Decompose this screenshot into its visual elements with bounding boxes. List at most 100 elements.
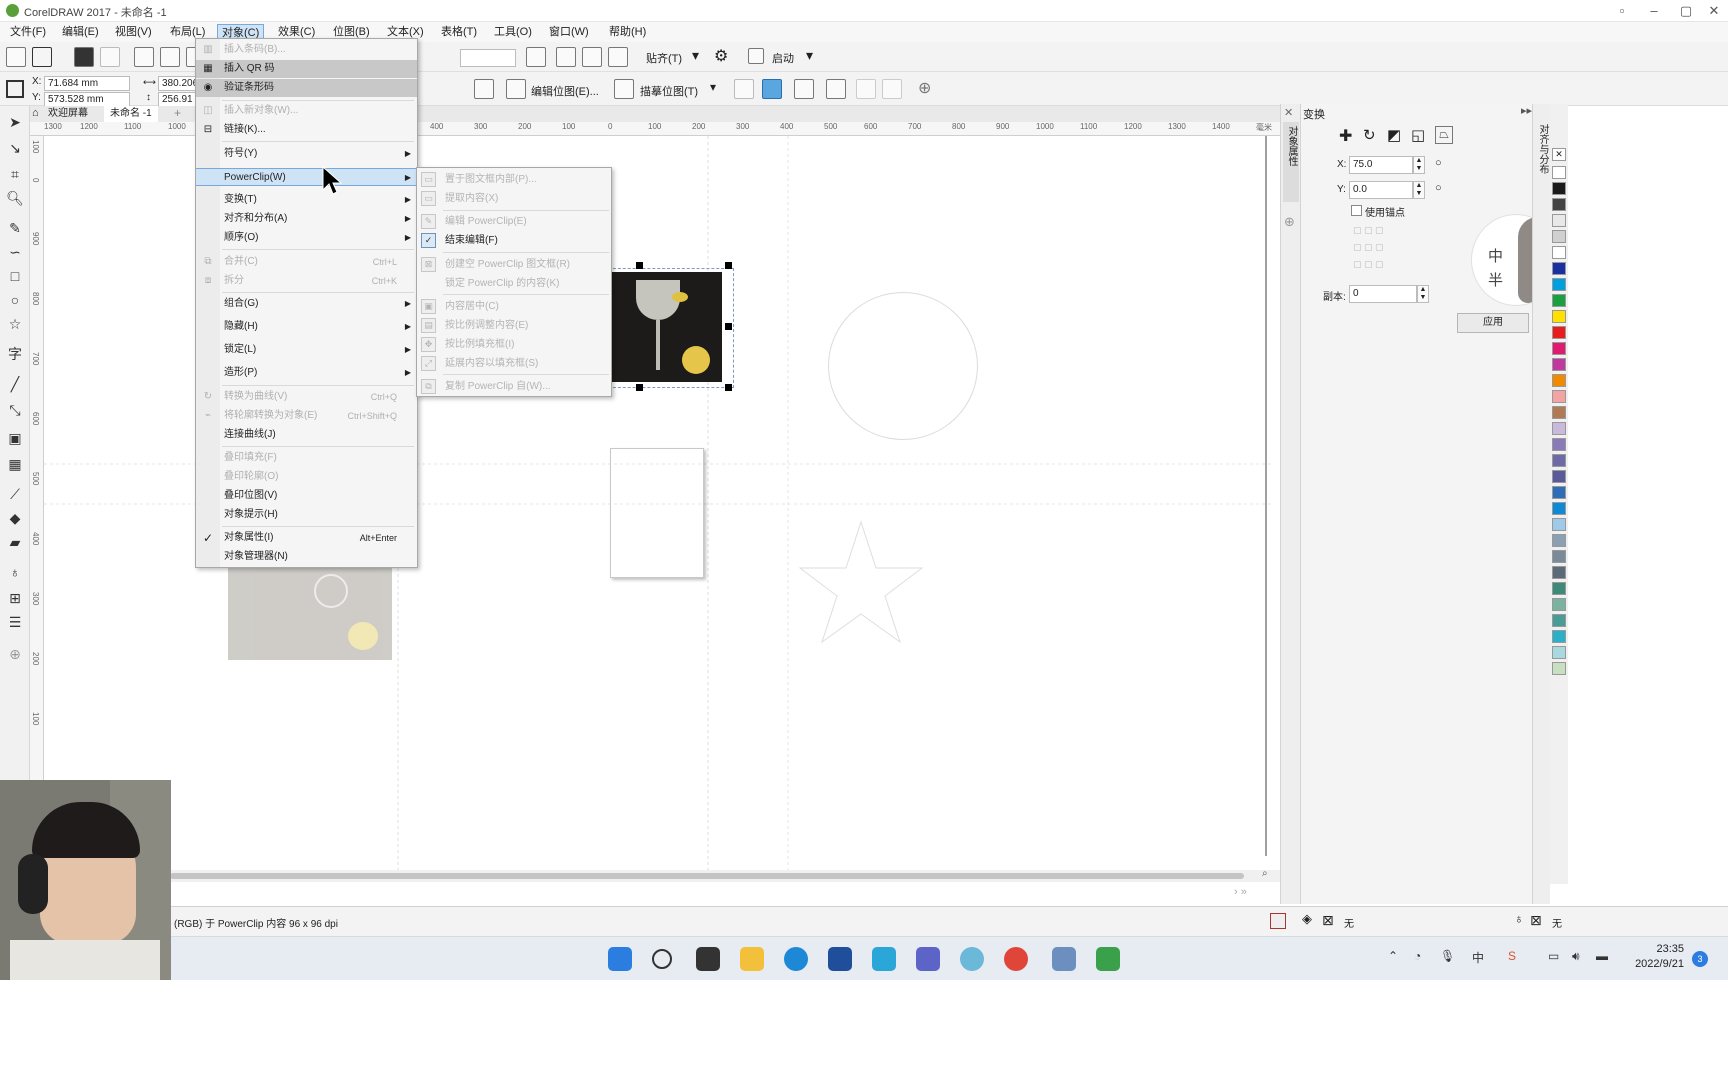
palette-swatch[interactable] — [1552, 182, 1566, 195]
menu-window[interactable]: 窗口(W) — [545, 24, 593, 40]
show-grid-icon[interactable] — [582, 47, 602, 67]
bitmap-frame-icon[interactable] — [794, 79, 814, 99]
zoom-level-dropdown[interactable] — [460, 49, 516, 67]
eyedropper-icon[interactable]: ⟋ — [6, 486, 24, 502]
menu-item-links[interactable]: ⊟ 链接(K)... — [196, 121, 417, 139]
close-button[interactable]: ✕ — [1700, 2, 1728, 20]
crop-tool-icon[interactable]: ⌗ — [6, 166, 24, 182]
freehand-tool-icon[interactable]: ✎ — [6, 220, 24, 236]
shape-tool-icon[interactable]: ↘ — [6, 140, 24, 156]
palette-swatch[interactable] — [1552, 534, 1566, 547]
ellipse-tool-icon[interactable]: ○ — [6, 292, 24, 308]
search-icon[interactable] — [652, 949, 672, 969]
show-rulers-icon[interactable] — [556, 47, 576, 67]
menu-item-group[interactable]: 组合(G) ▶ — [196, 295, 417, 313]
palette-swatch[interactable] — [1552, 614, 1566, 627]
text-tool-icon[interactable]: 字 — [6, 346, 24, 362]
palette-swatch[interactable] — [1552, 486, 1566, 499]
selection-handle[interactable] — [636, 262, 643, 269]
copies-field[interactable]: 0 — [1349, 285, 1417, 303]
app-icon[interactable] — [872, 947, 896, 971]
add-icon[interactable]: ⊕ — [1284, 214, 1295, 230]
palette-swatch[interactable] — [1552, 246, 1566, 259]
faded-bitmap-image[interactable] — [228, 566, 392, 660]
battery-icon[interactable]: ▬ — [1596, 949, 1608, 963]
add-icon[interactable]: ⊕ — [918, 78, 931, 98]
color-proof-icon[interactable] — [1270, 913, 1286, 929]
edit-bitmap-button[interactable]: 编辑位图(E)... — [531, 83, 599, 99]
gear-icon[interactable]: ⚙ — [714, 46, 728, 66]
palette-swatch[interactable] — [1552, 198, 1566, 211]
menu-item-join-curves[interactable]: 连接曲线(J) — [196, 426, 417, 444]
submenu-item-fit-content[interactable]: ▤ 按比例调整内容(E) — [417, 316, 611, 335]
star-shape[interactable] — [798, 520, 924, 644]
trace-bitmap-button[interactable]: 描摹位图(T) — [640, 83, 698, 99]
volume-icon[interactable]: 🔊︎ — [1572, 949, 1580, 964]
store-icon[interactable] — [828, 947, 852, 971]
skew-icon[interactable]: ⏢ — [1435, 126, 1453, 144]
chevron-down-icon[interactable]: ▾ — [692, 47, 699, 64]
selection-handle[interactable] — [636, 384, 643, 391]
menu-item-object-manager[interactable]: 对象管理器(N) — [196, 548, 417, 566]
menu-item-symbol[interactable]: 符号(Y) ▶ — [196, 145, 417, 163]
palette-swatch[interactable] — [1552, 406, 1566, 419]
transform-y-field[interactable]: 0.0 — [1349, 181, 1413, 199]
maximize-button[interactable]: ▢ — [1672, 2, 1700, 20]
close-icon[interactable]: ✕ — [1284, 106, 1293, 119]
submenu-item-fill-frame[interactable]: ✥ 按比例填充框(I) — [417, 335, 611, 354]
tray-app-icon[interactable]: ◔ — [1414, 949, 1421, 963]
menu-item-overprint-fill[interactable]: 叠印填充(F) — [196, 449, 417, 467]
palette-swatch[interactable] — [1552, 310, 1566, 323]
selection-handle[interactable] — [725, 323, 732, 330]
pick-tool-icon[interactable]: ➤ — [6, 114, 24, 130]
outline-pen-icon[interactable]: ♁ — [6, 564, 24, 580]
menu-item-order[interactable]: 顺序(O) ▶ — [196, 229, 417, 247]
palette-swatch[interactable] — [1552, 646, 1566, 659]
menu-item-combine[interactable]: ⧉ 合并(C) Ctrl+L — [196, 253, 417, 271]
menu-item-transformations[interactable]: 变换(T) ▶ — [196, 191, 417, 209]
menu-view[interactable]: 视图(V) — [111, 24, 156, 40]
show-guidelines-icon[interactable] — [608, 47, 628, 67]
rectangle-shape[interactable] — [610, 448, 704, 578]
fill-bucket-icon[interactable]: ◈ — [1302, 911, 1312, 927]
palette-swatch[interactable] — [1552, 454, 1566, 467]
open-folder-icon[interactable] — [32, 47, 52, 67]
edge-browser-icon[interactable] — [784, 947, 808, 971]
app-icon[interactable] — [916, 947, 940, 971]
menu-file[interactable]: 文件(F) — [6, 24, 50, 40]
object-hint-icon[interactable]: ⊞ — [6, 590, 24, 606]
submenu-item-edit-powerclip[interactable]: ✎ 编辑 PowerClip(E) — [417, 212, 611, 231]
restore-docker-icon[interactable]: ▫ — [1608, 2, 1636, 20]
palette-swatch[interactable] — [1552, 326, 1566, 339]
chevron-down-icon[interactable]: ▾ — [806, 47, 813, 64]
network-icon[interactable]: ▭ — [1548, 949, 1559, 963]
palette-swatch[interactable] — [1552, 550, 1566, 563]
palette-swatch[interactable] — [1552, 582, 1566, 595]
coreldraw-taskbar-icon[interactable] — [1096, 947, 1120, 971]
minimize-button[interactable]: – — [1640, 2, 1668, 20]
submenu-item-finish-editing[interactable]: ✓ 结束编辑(F) — [417, 231, 611, 250]
bitmap-mask-icon[interactable] — [474, 79, 494, 99]
horizontal-scrollbar[interactable]: ⌕ — [170, 868, 1280, 882]
launch-dropdown[interactable]: 启动 — [772, 50, 794, 66]
palette-swatch[interactable] — [1552, 230, 1566, 243]
menu-item-outline-to-object[interactable]: ⌁ 将轮廓转换为对象(E) Ctrl+Shift+Q — [196, 407, 417, 425]
new-document-icon[interactable] — [6, 47, 26, 67]
outline-pen-icon[interactable]: ♁ — [1514, 911, 1524, 926]
tab-welcome-screen[interactable]: 欢迎屏幕 — [42, 106, 94, 122]
new-tab-icon[interactable]: + — [174, 106, 181, 120]
submenu-item-create-empty-frame[interactable]: ⊠ 创建空 PowerClip 图文框(R) — [417, 255, 611, 274]
palette-swatch[interactable] — [1552, 358, 1566, 371]
palette-swatch[interactable] — [1552, 278, 1566, 291]
transparency-icon[interactable]: ▦ — [6, 456, 24, 472]
palette-swatch[interactable] — [1552, 470, 1566, 483]
menu-item-align-distribute[interactable]: 对齐和分布(A) ▶ — [196, 210, 417, 228]
submenu-item-copy-powerclip-from[interactable]: ⧉ 复制 PowerClip 自(W)... — [417, 377, 611, 396]
mirror-icon[interactable]: ◩ — [1387, 126, 1405, 144]
ellipse-shape[interactable] — [828, 292, 978, 440]
palette-swatch[interactable] — [1552, 262, 1566, 275]
resample-icon[interactable] — [734, 79, 754, 99]
x-spinner[interactable]: ▲ ▼ — [1413, 156, 1425, 174]
clock-date[interactable]: 2022/9/21 — [1628, 958, 1684, 970]
notification-badge[interactable]: 3 — [1692, 951, 1708, 967]
